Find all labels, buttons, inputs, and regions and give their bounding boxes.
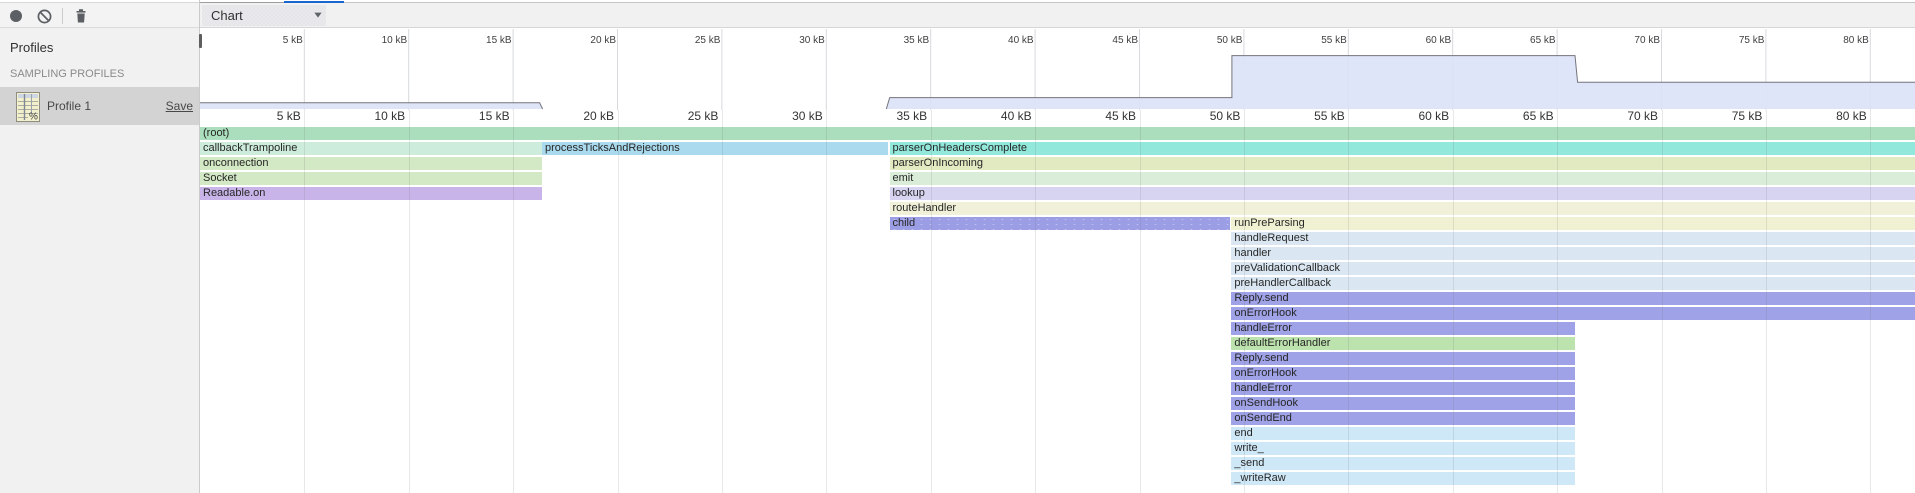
- svg-text:%: %: [29, 112, 38, 123]
